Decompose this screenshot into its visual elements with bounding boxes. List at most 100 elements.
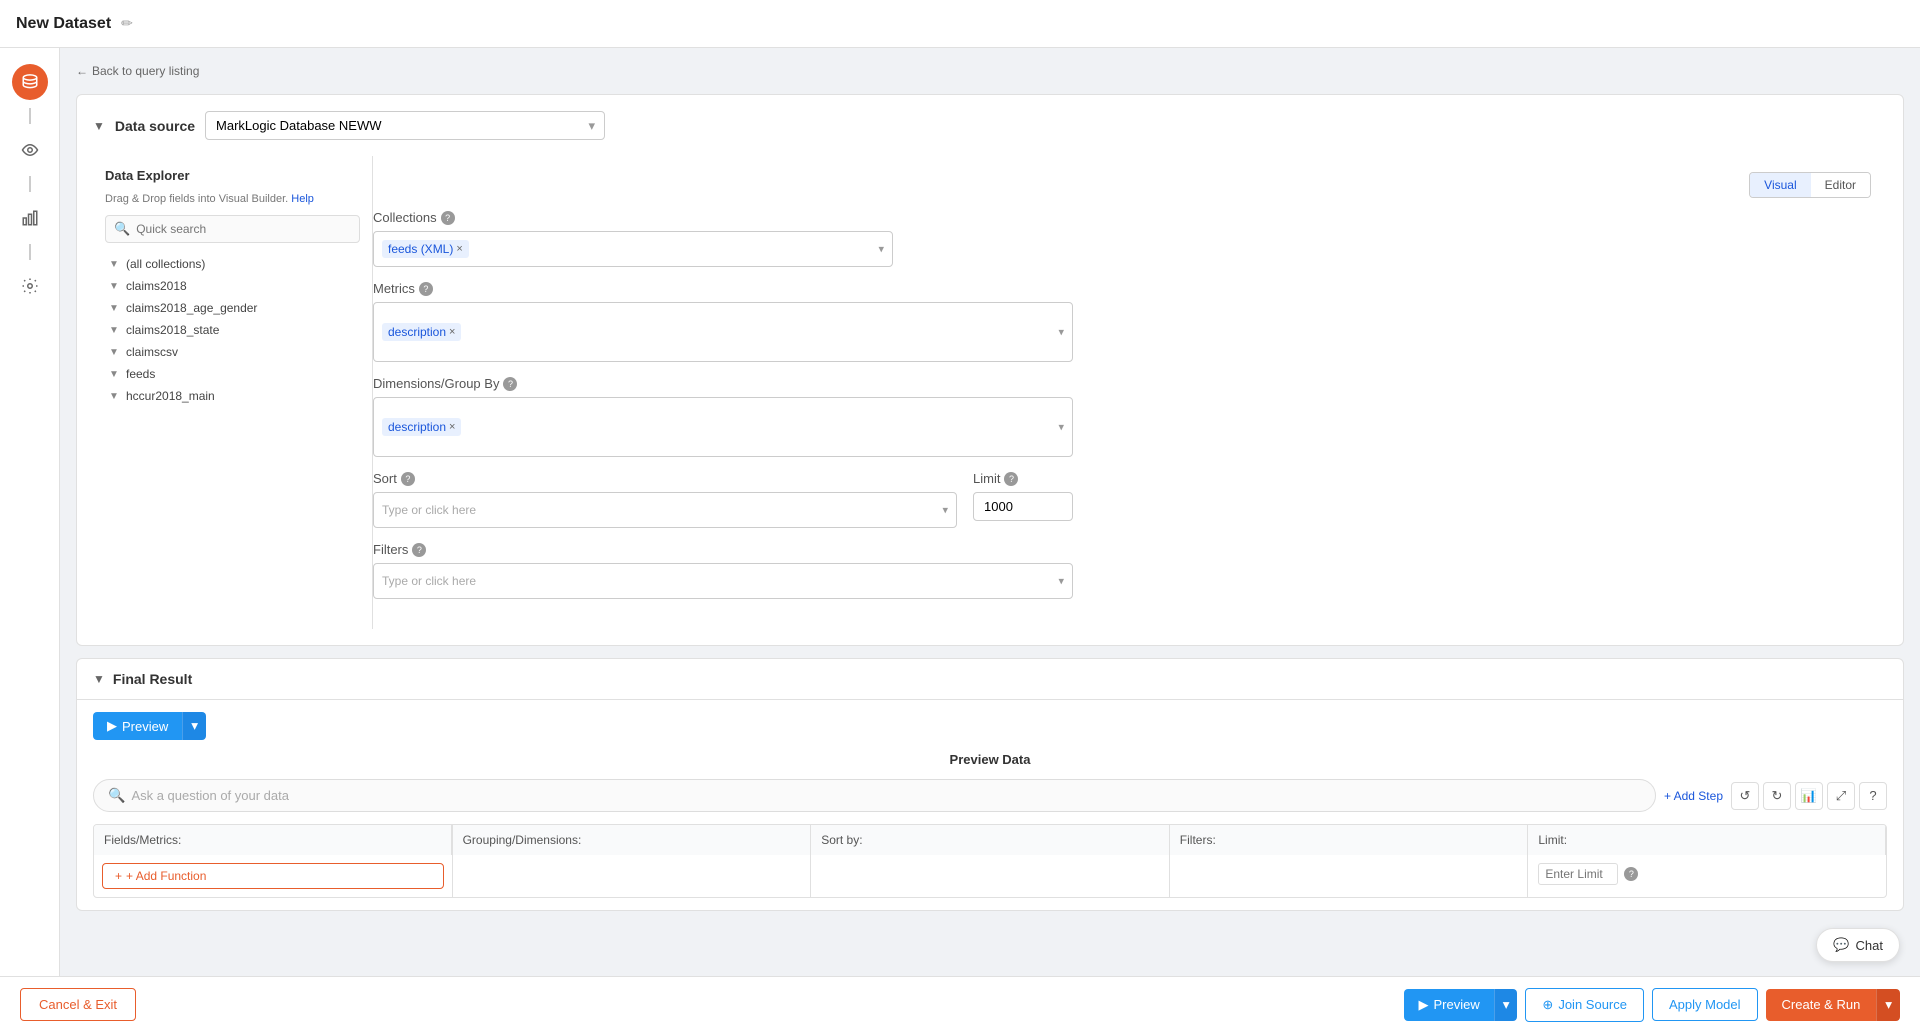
tree-chevron-claimscsv: ▼ [109,347,121,358]
create-run-group: Create & Run ▾ [1766,989,1900,1021]
tree-item-hccur[interactable]: ▼ hccur2018_main [105,385,360,407]
sort-help-icon[interactable]: ? [401,472,415,486]
sidebar-icons [0,48,60,1032]
preview-play-icon: ▶ [1418,997,1428,1013]
toolbar-expand-btn[interactable]: ⤢ [1827,782,1855,810]
table-col-grouping: Grouping/Dimensions: [453,825,812,897]
help-link[interactable]: Help [291,193,314,205]
add-function-button[interactable]: + + Add Function [102,863,444,889]
tree-item-claimscsv[interactable]: ▼ claimscsv [105,341,360,363]
ai-input[interactable]: 🔍 Ask a question of your data [93,779,1656,812]
col-header-grouping: Grouping/Dimensions: [453,825,811,855]
filters-select[interactable]: Type or click here ▾ [373,563,1073,599]
preview-bottom-button[interactable]: ▶ Preview [1404,989,1493,1021]
sort-limit-row: Sort ? Type or click here ▾ Limit [373,471,1073,528]
create-run-chevron[interactable]: ▾ [1876,989,1900,1021]
preview-bottom-chevron[interactable]: ▾ [1494,989,1518,1021]
chat-button[interactable]: 💬 Chat [1816,928,1900,962]
metrics-label: Metrics ? [373,281,1871,296]
sidebar-icon-gear[interactable] [12,268,48,304]
preview-data-title: Preview Data [93,752,1887,767]
tree-chevron-claims2018-age: ▼ [109,303,121,314]
tree-chevron-hccur: ▼ [109,391,121,402]
metrics-help-icon[interactable]: ? [419,282,433,296]
table-col-filters: Filters: [1170,825,1529,897]
tree-chevron-claims2018-state: ▼ [109,325,121,336]
toolbar-reset-btn[interactable]: ↻ [1763,782,1791,810]
metrics-tag-remove[interactable]: × [449,326,455,338]
sidebar-connector-3 [29,244,31,260]
toolbar-chart-btn[interactable]: 📊 [1795,782,1823,810]
edit-icon[interactable]: ✏ [121,15,133,32]
toolbar-refresh-btn[interactable]: ↺ [1731,782,1759,810]
editor-view-btn[interactable]: Editor [1811,173,1870,197]
join-source-button[interactable]: ⊕ Join Source [1525,988,1644,1022]
data-source-row: ▼ Data source MarkLogic Database NEWW [93,111,1887,140]
plus-icon: + [115,869,122,883]
tree-item-claims2018-age[interactable]: ▼ claims2018_age_gender [105,297,360,319]
data-source-select[interactable]: MarkLogic Database NEWW [205,111,605,140]
sidebar-icon-chart[interactable] [12,200,48,236]
back-link[interactable]: ← Back to query listing [76,64,1904,78]
tree-item-claims2018[interactable]: ▼ claims2018 [105,275,360,297]
limit-cell: ? [1528,855,1886,893]
preview-btn-group: ▶ Preview ▾ [93,712,206,740]
limit-table-help-icon[interactable]: ? [1624,867,1638,881]
search-input[interactable] [136,222,351,236]
tree-item-all[interactable]: ▼ (all collections) [105,253,360,275]
search-box[interactable]: 🔍 [105,215,360,243]
sort-placeholder: Type or click here [382,503,476,517]
add-step-button[interactable]: + Add Step [1664,789,1723,803]
dimensions-tag-remove[interactable]: × [449,421,455,433]
ai-icon: 🔍 [108,787,125,804]
filters-help-icon[interactable]: ? [412,543,426,557]
tree-item-feeds[interactable]: ▼ feeds [105,363,360,385]
cancel-exit-button[interactable]: Cancel & Exit [20,988,136,1021]
limit-table-input[interactable] [1538,863,1618,885]
table-header-row: Fields/Metrics: + + Add Function Groupin… [93,824,1887,898]
back-arrow-icon: ← [76,64,88,78]
collections-select[interactable]: feeds (XML) × ▾ [373,231,893,267]
limit-help-icon[interactable]: ? [1004,472,1018,486]
data-source-label: Data source [115,118,195,134]
search-icon: 🔍 [114,221,130,237]
sort-field: Sort ? Type or click here ▾ [373,471,957,528]
sort-select[interactable]: Type or click here ▾ [373,492,957,528]
create-run-button[interactable]: Create & Run [1766,989,1877,1021]
collection-tree: ▼ (all collections) ▼ claims2018 ▼ claim… [105,253,360,407]
sidebar-icon-database[interactable] [12,64,48,100]
col-header-limit: Limit: [1528,825,1886,855]
metrics-select[interactable]: description × ▾ [373,302,1073,362]
collections-tag-remove[interactable]: × [456,243,462,255]
ai-input-row: 🔍 Ask a question of your data + Add Step… [93,779,1887,812]
dimensions-row: Dimensions/Group By ? description × ▾ [373,376,1871,457]
filters-chevron-icon: ▾ [1058,575,1064,588]
final-result-header: ▼ Final Result [77,659,1903,700]
visual-view-btn[interactable]: Visual [1750,173,1810,197]
metrics-tag-description: description × [382,323,461,341]
dimensions-select[interactable]: description × ▾ [373,397,1073,457]
bottom-right: ▶ Preview ▾ ⊕ Join Source Apply Model Cr… [1404,988,1900,1022]
filters-row: Filters ? Type or click here ▾ [373,542,1871,599]
apply-model-button[interactable]: Apply Model [1652,988,1758,1021]
tree-label-claimscsv: claimscsv [126,345,178,359]
sidebar-icon-eye[interactable] [12,132,48,168]
table-col-limit: Limit: ? [1528,825,1886,897]
preview-button[interactable]: ▶ Preview [93,712,182,740]
tree-chevron-feeds: ▼ [109,369,121,380]
app-title: New Dataset [16,15,111,33]
preview-btn-chevron[interactable]: ▾ [182,712,206,740]
sort-chevron-icon: ▾ [942,504,948,517]
tree-item-claims2018-state[interactable]: ▼ claims2018_state [105,319,360,341]
data-source-select-wrapper: MarkLogic Database NEWW [205,111,605,140]
data-source-chevron[interactable]: ▼ [93,119,105,133]
collections-help-icon[interactable]: ? [441,211,455,225]
toolbar-help-btn[interactable]: ? [1859,782,1887,810]
dimensions-help-icon[interactable]: ? [503,377,517,391]
play-icon: ▶ [107,718,117,734]
limit-input[interactable] [973,492,1073,521]
tree-label-all: (all collections) [126,257,205,271]
final-result-chevron[interactable]: ▼ [93,672,105,686]
collections-row: Collections ? feeds (XML) × ▾ [373,210,1871,267]
preview-btn-row: ▶ Preview ▾ [93,712,1887,740]
